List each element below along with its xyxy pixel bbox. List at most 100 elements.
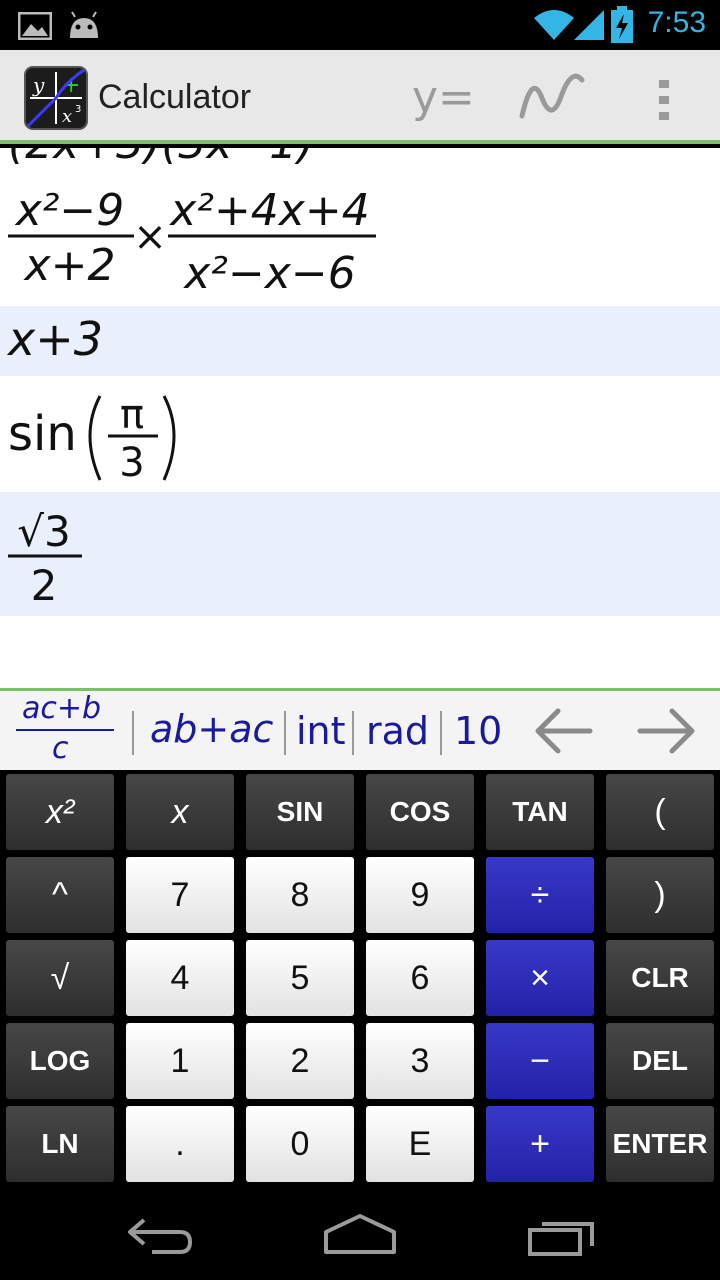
key-x-squared[interactable]: x² — [6, 774, 114, 850]
overflow-menu-icon[interactable] — [650, 68, 678, 128]
key-label: 1 — [170, 1041, 190, 1080]
sqrt-numerator: √3 — [17, 507, 70, 556]
key-label: ÷ — [530, 875, 550, 914]
app-title: Calculator — [98, 78, 252, 116]
key-label: ( — [654, 792, 666, 831]
navigation-bar — [0, 1182, 720, 1280]
recent-apps-icon[interactable] — [524, 1212, 600, 1256]
graph-wave-icon[interactable] — [516, 68, 588, 128]
key-label: E — [408, 1124, 432, 1163]
suggestion-expand[interactable]: ab+ac — [150, 707, 273, 751]
suggestion-base-10[interactable]: 10 — [454, 709, 502, 753]
key-tan[interactable]: TAN — [486, 774, 594, 850]
android-icon — [70, 11, 98, 38]
key-minus[interactable]: − — [486, 1023, 594, 1099]
divider — [440, 711, 442, 755]
key-5[interactable]: 5 — [246, 940, 354, 1016]
keypad: x² x SIN COS TAN ( ^ 7 8 9 ÷) √ 4 5 6 × CLR LOG 1 2 3 − DEL LN.… — [0, 770, 720, 1182]
divider — [352, 711, 354, 755]
status-time: 7:53 — [647, 6, 706, 39]
key-label: DEL — [632, 1045, 688, 1076]
history-item-fraction-product[interactable]: x²−9 x+2 × x²+4x+4 x²−x−6 — [0, 170, 720, 306]
arrow-left-icon[interactable] — [530, 705, 596, 757]
key-decimal-point[interactable]: . — [126, 1106, 234, 1182]
key-open-paren[interactable]: ( — [606, 774, 714, 850]
svg-text:3: 3 — [75, 104, 81, 115]
key-6[interactable]: 6 — [366, 940, 474, 1016]
key-label: x² — [45, 792, 75, 831]
suggestion-fraction-denominator: c — [52, 731, 69, 766]
key-label: LN — [41, 1128, 79, 1159]
key-label: 0 — [290, 1124, 310, 1163]
key-1[interactable]: 1 — [126, 1023, 234, 1099]
divider — [132, 711, 134, 755]
multiply-operator: × — [133, 214, 167, 260]
key-label: 9 — [410, 875, 430, 914]
key-e[interactable]: E — [366, 1106, 474, 1182]
key-2[interactable]: 2 — [246, 1023, 354, 1099]
key-label: √ — [50, 958, 70, 997]
key-label: ^ — [52, 875, 68, 914]
key-label: CLR — [631, 962, 689, 993]
key-log[interactable]: LOG — [6, 1023, 114, 1099]
key-sin[interactable]: SIN — [246, 774, 354, 850]
key-close-paren[interactable]: ) — [606, 857, 714, 933]
key-label: SIN — [276, 796, 324, 827]
key-label: 8 — [290, 875, 310, 914]
history-expression: sin π 3 — [8, 392, 176, 486]
key-label: 7 — [170, 875, 190, 914]
key-label: 4 — [170, 958, 190, 997]
history-expression: √3 2 — [8, 507, 82, 610]
key-cos[interactable]: COS — [366, 774, 474, 850]
suggestion-bar: ac+b c ab+ac int rad 10 — [0, 688, 720, 770]
action-bar: y + x 3 Calculator y= — [0, 50, 720, 144]
history-item-sqrt-result[interactable]: √3 2 — [0, 492, 720, 616]
key-power[interactable]: ^ — [6, 857, 114, 933]
back-icon[interactable] — [124, 1212, 196, 1256]
suggestion-fraction-numerator: ac+b — [22, 691, 102, 726]
key-9[interactable]: 9 — [366, 857, 474, 933]
key-0[interactable]: 0 — [246, 1106, 354, 1182]
svg-text:x: x — [62, 106, 72, 127]
status-bar: 7:53 — [0, 0, 720, 50]
key-4[interactable]: 4 — [126, 940, 234, 1016]
battery-charging-icon — [611, 6, 633, 43]
key-label: LOG — [29, 1045, 91, 1076]
key-ln[interactable]: LN — [6, 1106, 114, 1182]
suggestion-rad[interactable]: rad — [366, 709, 429, 753]
arrow-right-icon[interactable] — [634, 705, 700, 757]
key-divide[interactable]: ÷ — [486, 857, 594, 933]
sin-numerator: π — [120, 392, 144, 438]
svg-text:y: y — [32, 73, 45, 97]
numerator-2: x²+4x+4 — [168, 185, 369, 236]
history-partial-item[interactable]: (2x+3)(3x−1) — [8, 148, 314, 169]
key-clr[interactable]: CLR — [606, 940, 714, 1016]
key-enter[interactable]: ENTER — [606, 1106, 714, 1182]
key-plus[interactable]: + — [486, 1106, 594, 1182]
key-label: TAN — [512, 796, 568, 827]
function-name: sin — [8, 406, 77, 462]
key-x[interactable]: x — [126, 774, 234, 850]
key-label: − — [530, 1041, 550, 1080]
sin-denominator: 3 — [119, 440, 144, 486]
key-del[interactable]: DEL — [606, 1023, 714, 1099]
key-sqrt[interactable]: √ — [6, 940, 114, 1016]
history-list[interactable]: (2x+3)(3x−1) x²−9 x+2 × x²+4x+4 x²−x−6 x… — [0, 148, 720, 688]
graph-formula-label: y= — [412, 72, 475, 123]
history-item-sin[interactable]: sin π 3 — [0, 376, 720, 492]
key-3[interactable]: 3 — [366, 1023, 474, 1099]
suggestion-int[interactable]: int — [296, 709, 346, 753]
key-label: ENTER — [612, 1128, 708, 1159]
suggestion-fraction[interactable]: ac+b c — [0, 691, 126, 771]
history-expression: x²−9 x+2 × x²+4x+4 x²−x−6 — [8, 185, 376, 299]
home-icon[interactable] — [322, 1212, 398, 1256]
history-item-result[interactable]: x+3 — [0, 306, 720, 376]
divider — [284, 711, 286, 755]
key-7[interactable]: 7 — [126, 857, 234, 933]
graph-formula-button[interactable]: y= — [408, 68, 478, 128]
key-label: . — [175, 1124, 185, 1163]
key-multiply[interactable]: × — [486, 940, 594, 1016]
app-logo-icon: y + x 3 — [24, 66, 88, 130]
key-8[interactable]: 8 — [246, 857, 354, 933]
denominator-2: x²−x−6 — [182, 248, 355, 299]
